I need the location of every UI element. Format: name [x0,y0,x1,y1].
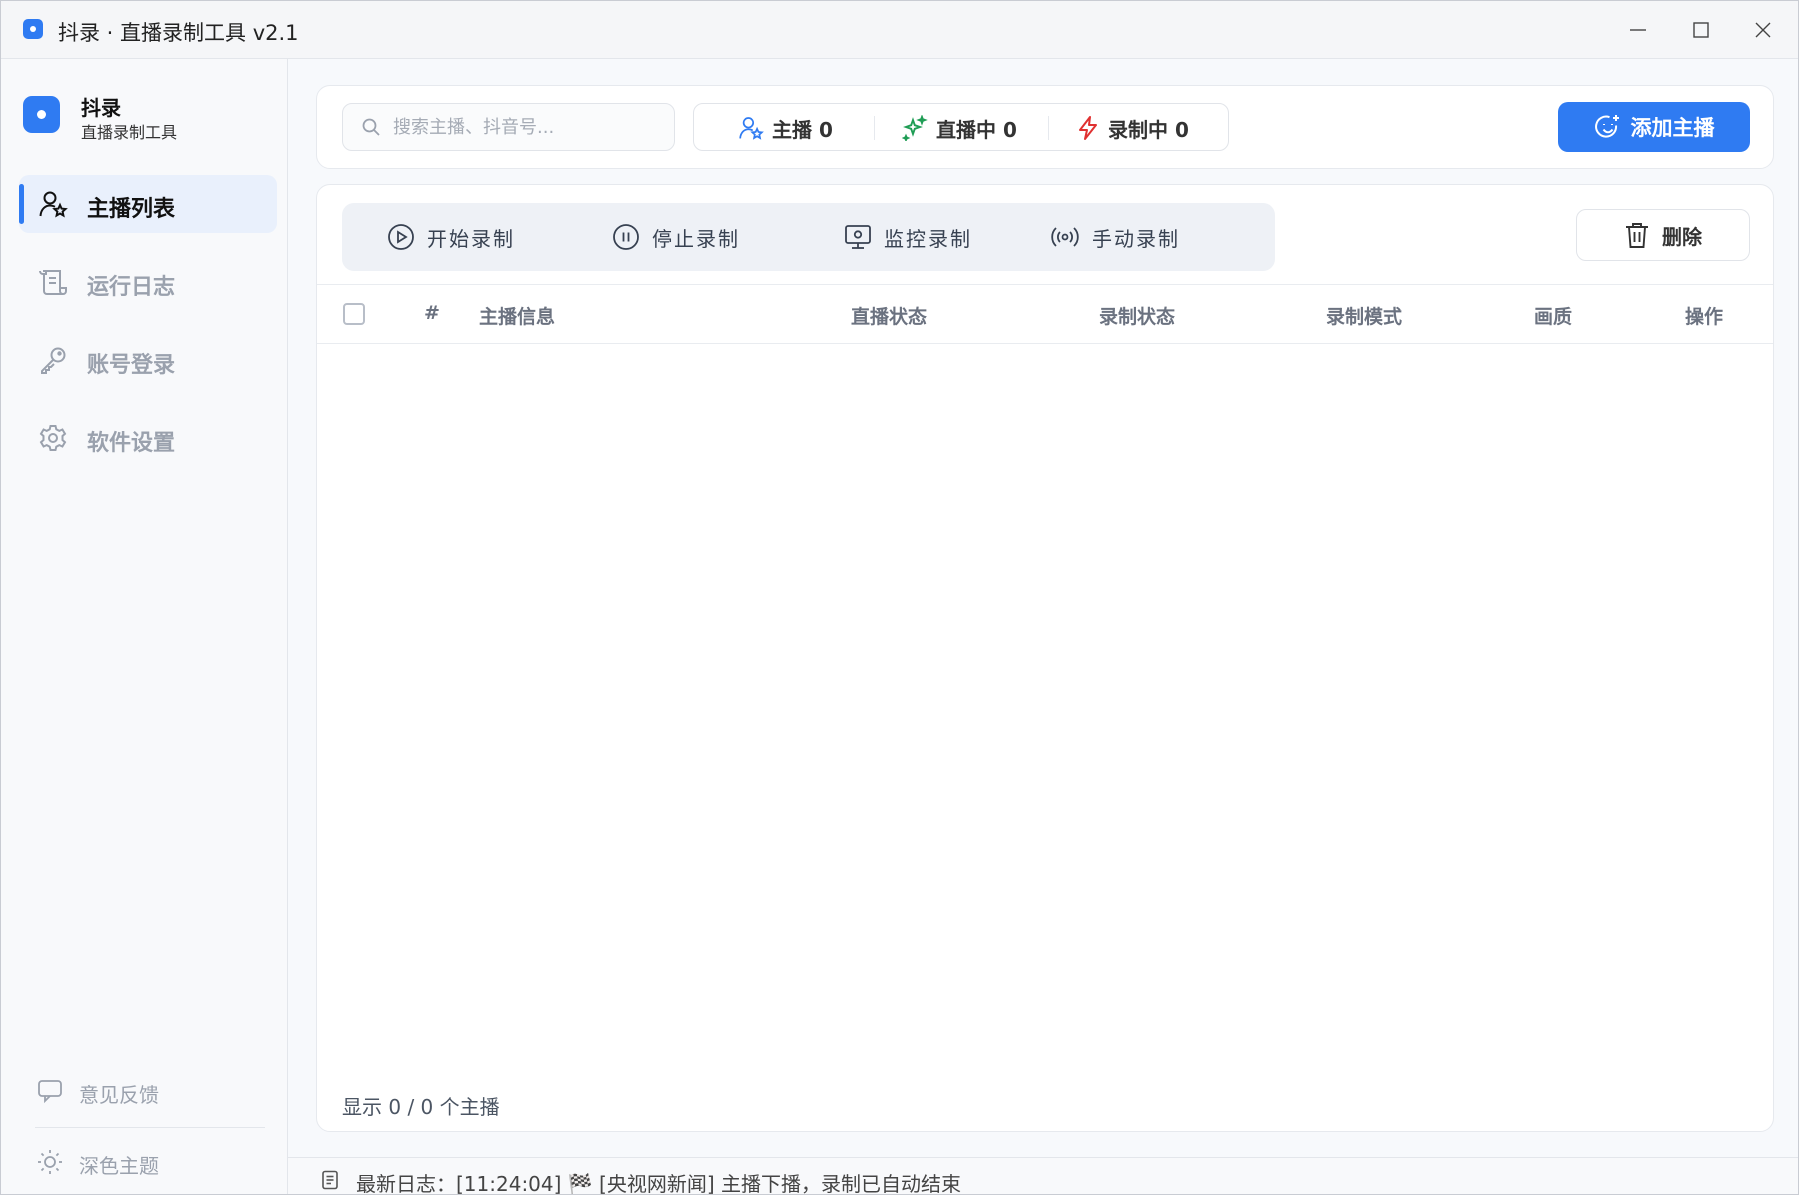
sidebar-item-settings[interactable]: 软件设置 [19,409,277,467]
gear-icon [38,423,68,453]
column-header-index: # [424,302,440,324]
sidebar-divider [35,1127,265,1128]
stat-anchors-label: 主播 0 [772,117,833,142]
brand-subtitle: 直播录制工具 [81,123,178,142]
sidebar-item-label: 主播列表 [87,197,176,222]
monitor-icon [845,225,871,249]
scroll-log-icon [38,267,68,297]
users-star-icon [739,117,764,140]
monitor-recording-label: 监控录制 [884,226,972,251]
status-bar: 最新日志：[11:24:04] 🏁 [央视网新闻] 主播下播，录制已自动结束 [288,1157,1798,1195]
app-window: 抖录 · 直播录制工具 v2.1 抖录 直播录制工具 主播列表 运行日志 账号登… [0,0,1799,1195]
sidebar: 抖录 直播录制工具 主播列表 运行日志 账号登录 软件设置 意见反馈 深色主题 [1,59,288,1194]
start-recording-button[interactable]: 开始录制 [387,220,515,254]
stop-recording-button[interactable]: 停止录制 [612,220,740,254]
sidebar-item-label: 账号登录 [87,353,176,378]
search-icon [362,118,380,136]
search-box[interactable] [342,103,675,151]
stat-recording: 录制中 0 [1076,114,1189,142]
maximize-button[interactable] [1681,11,1721,49]
users-star-icon [38,189,68,219]
action-toolbar: 开始录制 停止录制 监控录制 手动录制 [342,203,1275,271]
column-header-record-mode: 录制模式 [1326,306,1403,328]
search-input[interactable] [393,116,663,138]
anchor-count-text: 显示 0 / 0 个主播 [342,1095,500,1119]
close-button[interactable] [1743,11,1783,49]
chat-bubble-icon [37,1078,63,1108]
add-anchor-label: 添加主播 [1630,116,1715,140]
feedback-button[interactable]: 意见反馈 [37,1078,159,1108]
app-logo-icon [23,19,43,39]
document-icon [321,1170,339,1194]
column-header-record-status: 录制状态 [1099,306,1176,328]
sparkles-icon [902,115,928,141]
feedback-label: 意见反馈 [79,1082,159,1107]
stat-live-label: 直播中 0 [936,117,1017,142]
stats-panel: 主播 0 直播中 0 录制中 0 [693,103,1229,151]
add-anchor-button[interactable]: 添加主播 [1558,102,1750,152]
brand-logo-icon [23,96,60,133]
manual-recording-label: 手动录制 [1092,226,1180,251]
stat-separator [874,116,875,140]
sun-icon [37,1149,63,1179]
select-all-checkbox[interactable] [343,303,365,325]
add-user-icon [1594,115,1619,138]
delete-button[interactable]: 删除 [1576,209,1750,261]
column-header-actions: 操作 [1685,306,1724,328]
monitor-recording-button[interactable]: 监控录制 [844,220,972,254]
trash-icon [1626,223,1648,248]
latest-log-text: 最新日志：[11:24:04] 🏁 [央视网新闻] 主播下播，录制已自动结束 [356,1172,962,1195]
title-bar: 抖录 · 直播录制工具 v2.1 [1,1,1798,59]
pause-circle-icon [613,224,639,250]
column-header-anchor-info: 主播信息 [479,306,556,328]
dark-theme-toggle[interactable]: 深色主题 [37,1149,159,1179]
play-circle-icon [388,224,414,250]
stat-recording-label: 录制中 0 [1108,117,1189,142]
stat-separator [1048,116,1049,140]
delete-label: 删除 [1662,224,1702,249]
stop-recording-label: 停止录制 [652,226,740,251]
minimize-button[interactable] [1618,11,1658,49]
broadcast-icon [1051,227,1079,247]
dark-theme-label: 深色主题 [79,1153,159,1178]
brand-name: 抖录 [81,96,121,120]
manual-recording-button[interactable]: 手动录制 [1050,220,1180,254]
sidebar-item-account-login[interactable]: 账号登录 [19,331,277,389]
anchor-list-card: 开始录制 停止录制 监控录制 手动录制 删除 # 主播信息 直播状态 录制状态 … [316,184,1774,1132]
stat-anchors: 主播 0 [738,114,833,142]
stat-live: 直播中 0 [902,114,1017,142]
start-recording-label: 开始录制 [427,226,515,251]
sidebar-item-run-log[interactable]: 运行日志 [19,253,277,311]
sidebar-item-anchor-list[interactable]: 主播列表 [19,175,277,233]
sidebar-item-label: 软件设置 [87,431,176,456]
sidebar-item-label: 运行日志 [87,275,176,300]
top-bar-card: 主播 0 直播中 0 录制中 0 [316,85,1774,169]
window-title: 抖录 · 直播录制工具 v2.1 [58,21,299,45]
column-header-quality: 画质 [1534,306,1573,328]
table-header: # 主播信息 直播状态 录制状态 录制模式 画质 操作 [317,284,1773,344]
lightning-icon [1079,116,1097,140]
column-header-live-status: 直播状态 [851,306,928,328]
key-icon [38,345,68,375]
